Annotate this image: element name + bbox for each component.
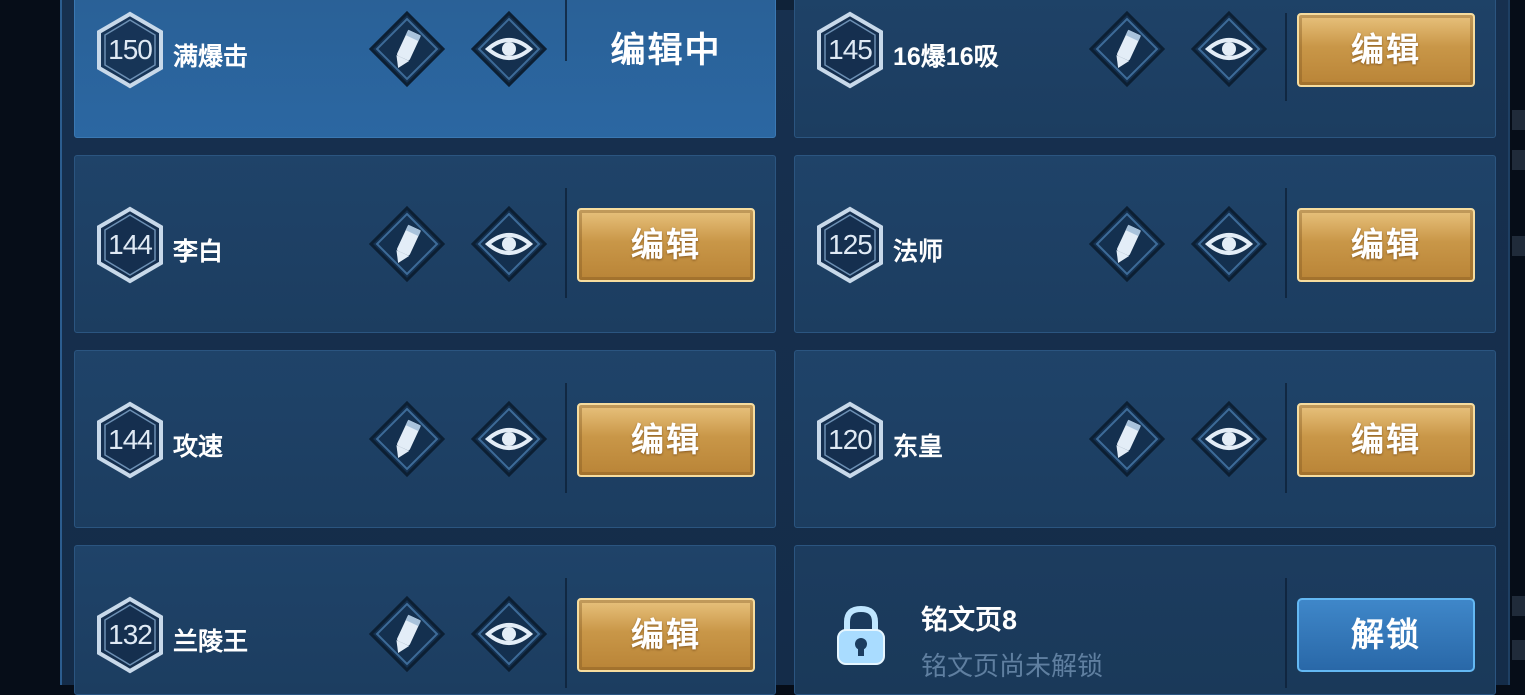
level-badge: 132: [95, 596, 165, 674]
edit-button[interactable]: 编辑: [577, 403, 755, 477]
preview-button[interactable]: [469, 594, 549, 674]
eye-icon: [470, 205, 548, 283]
edit-button[interactable]: 编辑: [577, 208, 755, 282]
pencil-icon: [1088, 400, 1166, 478]
level-badge: 145: [815, 11, 885, 89]
side-text-fragment: [1512, 640, 1525, 660]
side-text-fragment: [1512, 110, 1525, 130]
rune-page-card-7[interactable]: 132 兰陵王 编辑: [74, 545, 776, 695]
pencil-icon: [368, 595, 446, 673]
rune-page-card-2[interactable]: 145 16爆16吸 编辑: [794, 0, 1496, 138]
preview-button[interactable]: [1189, 204, 1269, 284]
locked-page-subtitle: 铭文页尚未解锁: [921, 651, 1104, 681]
preview-button[interactable]: [1189, 399, 1269, 479]
edit-button[interactable]: 编辑: [1297, 403, 1475, 477]
level-badge: 144: [95, 206, 165, 284]
rune-page-card-6[interactable]: 120 东皇 编辑: [794, 350, 1496, 528]
rename-button[interactable]: [367, 204, 447, 284]
rename-button[interactable]: [367, 9, 447, 89]
pencil-icon: [1088, 205, 1166, 283]
rune-page-name: 攻速: [173, 433, 224, 461]
pencil-icon: [368, 205, 446, 283]
pencil-icon: [368, 10, 446, 88]
edit-button[interactable]: 编辑: [1297, 13, 1475, 87]
rune-page-name: 兰陵王: [173, 628, 249, 656]
rename-button[interactable]: [367, 399, 447, 479]
eye-icon: [1190, 10, 1268, 88]
rune-page-name: 满爆击: [173, 43, 249, 71]
card-divider: [1285, 383, 1287, 493]
card-divider: [565, 578, 567, 688]
pencil-icon: [1088, 10, 1166, 88]
rename-button[interactable]: [1087, 204, 1167, 284]
locked-page-title: 铭文页8: [921, 605, 1018, 635]
rune-page-name: 16爆16吸: [893, 43, 999, 71]
side-text-fragment: [1512, 596, 1525, 616]
level-badge: 125: [815, 206, 885, 284]
eye-icon: [470, 400, 548, 478]
edit-button[interactable]: 编辑: [577, 598, 755, 672]
card-divider: [565, 0, 567, 61]
rename-button[interactable]: [1087, 9, 1167, 89]
preview-button[interactable]: [469, 9, 549, 89]
rune-page-card-1[interactable]: 150 满爆击 编辑中: [74, 0, 776, 138]
preview-button[interactable]: [1189, 9, 1269, 89]
preview-button[interactable]: [469, 399, 549, 479]
eye-icon: [1190, 205, 1268, 283]
eye-icon: [1190, 400, 1268, 478]
rune-page-card-3[interactable]: 144 李白 编辑: [74, 155, 776, 333]
side-text-fragment: [1512, 236, 1525, 256]
rune-page-name: 李白: [173, 238, 224, 266]
rename-button[interactable]: [1087, 399, 1167, 479]
edit-button[interactable]: 编辑: [1297, 208, 1475, 282]
side-text-fragment: [1512, 150, 1525, 170]
editing-status-label: 编辑中: [610, 31, 722, 70]
rune-page-card-locked[interactable]: 铭文页8 铭文页尚未解锁 解锁: [794, 545, 1496, 695]
eye-icon: [470, 10, 548, 88]
rename-button[interactable]: [367, 594, 447, 674]
preview-button[interactable]: [469, 204, 549, 284]
rune-page-card-5[interactable]: 144 攻速 编辑: [74, 350, 776, 528]
rune-page-name: 东皇: [893, 433, 944, 461]
card-divider: [565, 383, 567, 493]
card-divider: [565, 188, 567, 298]
padlock-icon: [837, 605, 885, 665]
pencil-icon: [368, 400, 446, 478]
unlock-button[interactable]: 解锁: [1297, 598, 1475, 672]
eye-icon: [470, 595, 548, 673]
card-divider: [1285, 13, 1287, 101]
rune-page-card-4[interactable]: 125 法师 编辑: [794, 155, 1496, 333]
level-badge: 150: [95, 11, 165, 89]
card-divider: [1285, 578, 1287, 688]
level-badge: 144: [95, 401, 165, 479]
level-badge: 120: [815, 401, 885, 479]
rune-page-name: 法师: [893, 238, 944, 266]
card-divider: [1285, 188, 1287, 298]
